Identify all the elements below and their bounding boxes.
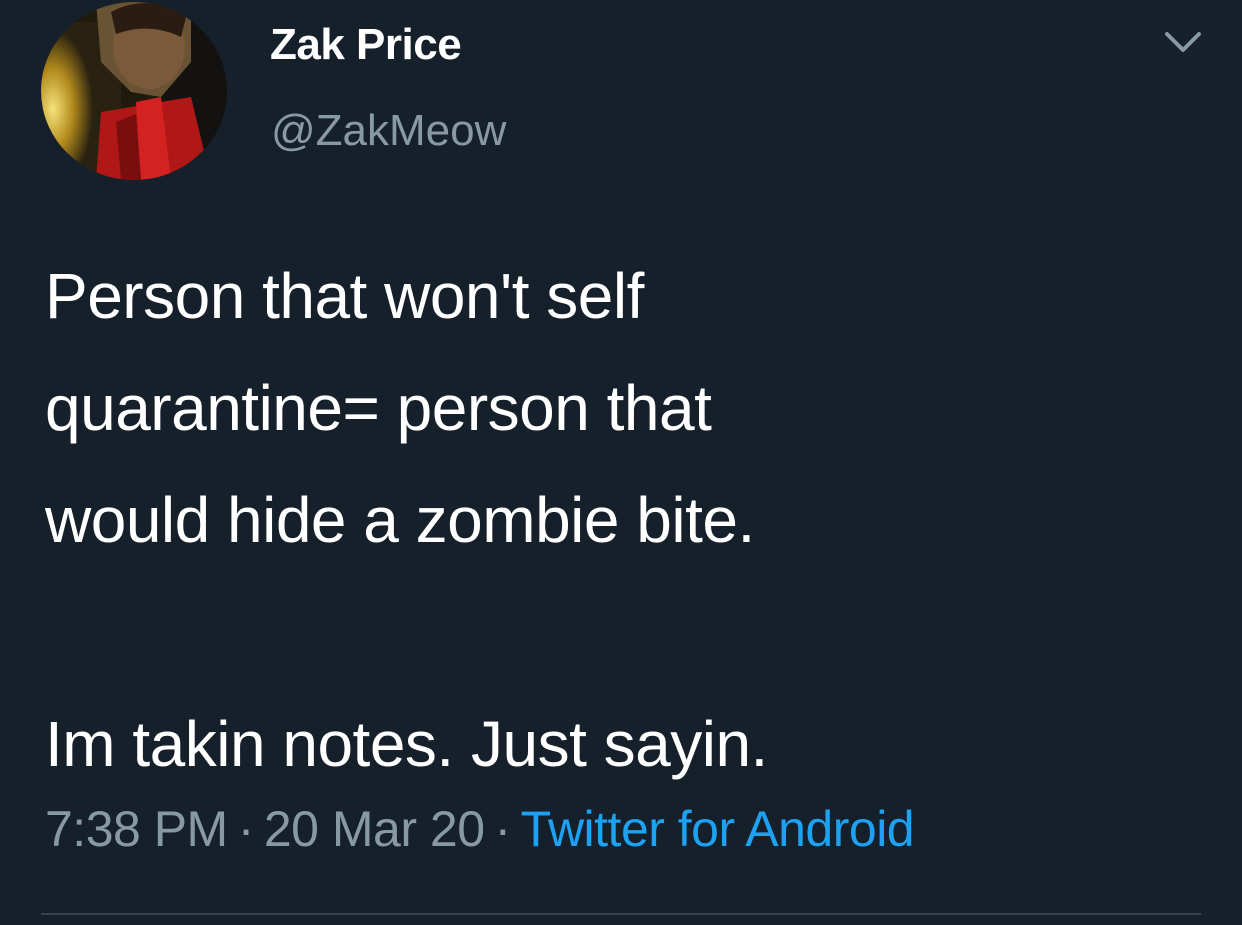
meta-separator: · bbox=[494, 801, 512, 857]
tweet-meta: 7:38 PM · 20 Mar 20 · Twitter for Android bbox=[45, 800, 915, 858]
tweet-card: Zak Price @ZakMeow Person that won't sel… bbox=[0, 0, 1242, 925]
tweet-source-link[interactable]: Twitter for Android bbox=[521, 801, 915, 857]
avatar-image bbox=[41, 2, 227, 180]
tweet-text: Person that won't self quarantine= perso… bbox=[45, 240, 1195, 800]
tweet-text-line: Im takin notes. Just sayin. bbox=[45, 708, 768, 780]
author-handle[interactable]: @ZakMeow bbox=[271, 106, 506, 156]
tweet-text-line: Person that won't self bbox=[45, 260, 644, 332]
tweet-date[interactable]: 20 Mar 20 bbox=[264, 801, 485, 857]
avatar[interactable] bbox=[41, 2, 227, 180]
tweet-text-line: quarantine= person that bbox=[45, 372, 712, 444]
chevron-down-icon[interactable] bbox=[1163, 28, 1203, 60]
author-display-name[interactable]: Zak Price bbox=[270, 20, 462, 70]
tweet-text-line: would hide a zombie bite. bbox=[45, 484, 755, 556]
divider bbox=[41, 913, 1201, 915]
meta-separator: · bbox=[237, 801, 255, 857]
tweet-time[interactable]: 7:38 PM bbox=[45, 801, 228, 857]
